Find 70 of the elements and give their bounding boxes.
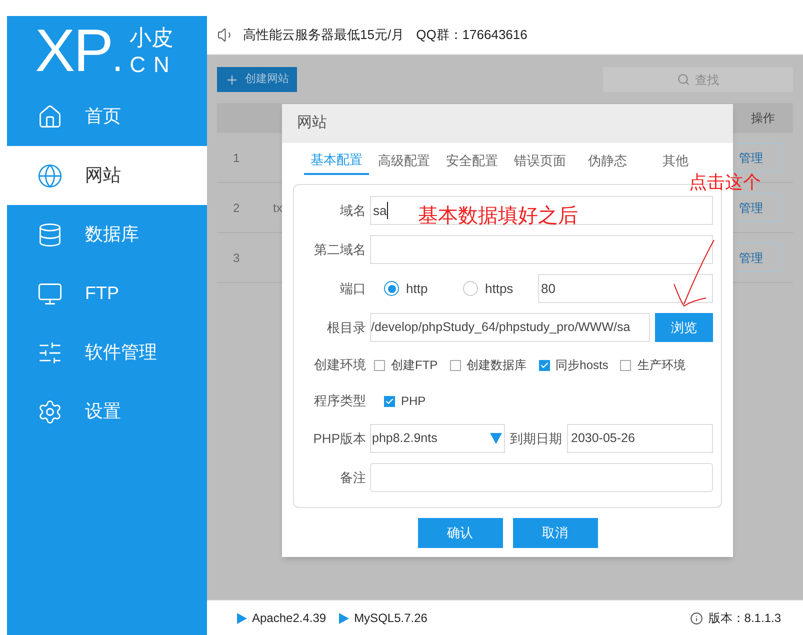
tab[interactable]: 安全配置 — [440, 146, 504, 175]
check-icon — [385, 396, 394, 406]
note-field[interactable] — [370, 463, 713, 492]
expiry-date-field[interactable]: 2030-05-26 — [567, 424, 713, 453]
service-status[interactable]: Apache2.4.39 — [237, 609, 326, 627]
field-label: 备注 — [339, 468, 367, 487]
checkbox-option[interactable]: PHP — [384, 392, 426, 410]
info-icon — [690, 612, 704, 624]
cancel-button[interactable]: 取消 — [512, 518, 598, 548]
dropdown-arrow-icon — [490, 433, 502, 444]
home-icon — [37, 104, 63, 130]
notice-text[interactable]: 高性能云服务器最低15元/月 — [243, 25, 404, 45]
field-label: 创建环境 — [313, 356, 367, 374]
field-label: 第二域名 — [313, 240, 367, 259]
monitor-icon — [37, 280, 63, 306]
field-label: 端口 — [339, 280, 367, 298]
radio-option[interactable]: http — [384, 278, 459, 298]
checkbox[interactable] — [620, 360, 632, 370]
play-icon — [237, 612, 247, 624]
root-directory-field[interactable]: /develop/phpStudy_64/phpstudy_pro/WWW/sa — [370, 313, 650, 342]
create-site-button[interactable]: 创建网站 — [217, 67, 297, 92]
radio-option[interactable]: https — [463, 278, 538, 298]
browse-button[interactable]: 浏览 — [655, 313, 713, 342]
sidebar-item[interactable]: FTP — [7, 264, 207, 323]
field-label: 到期日期 — [509, 430, 563, 448]
service-status[interactable]: MySQL5.7.26 — [339, 609, 428, 627]
checkbox-option[interactable]: 同步hosts — [538, 356, 608, 374]
tab[interactable]: 伪静态 — [575, 146, 640, 175]
globe-icon — [37, 162, 63, 188]
version-text: 版本：8.1.1.3 — [708, 610, 781, 627]
second-domain-field[interactable] — [370, 235, 713, 264]
tab[interactable]: 基本配置 — [304, 146, 369, 175]
play-icon — [339, 612, 350, 624]
annotation-text: 点击这个 — [689, 172, 761, 192]
arrow-drawing — [672, 238, 716, 308]
annotation-text: 基本数据填好之后 — [418, 204, 578, 228]
checkbox[interactable] — [450, 360, 461, 370]
port-field[interactable]: 80 — [538, 274, 713, 303]
sidebar-item[interactable]: 数据库 — [7, 205, 207, 264]
plus-icon — [225, 72, 239, 86]
sidebar-item[interactable]: 首页 — [7, 87, 207, 146]
tab[interactable]: 错误页面 — [507, 146, 572, 175]
field-label: PHP版本 — [312, 430, 367, 448]
row-number: 2 — [233, 200, 241, 216]
dialog-title: 网站 — [297, 113, 327, 134]
database-icon — [37, 222, 63, 248]
checkbox[interactable] — [538, 360, 550, 370]
php-version-select[interactable]: php8.2.9nts — [370, 424, 505, 453]
checkbox-option[interactable]: 创建数据库 — [450, 356, 527, 374]
row-number: 3 — [233, 250, 241, 266]
field-label: 程序类型 — [313, 392, 367, 410]
confirm-button[interactable]: 确认 — [418, 518, 502, 548]
checkbox[interactable] — [374, 360, 385, 370]
sidebar-item[interactable]: 设置 — [7, 382, 207, 441]
checkbox-option[interactable]: 生产环境 — [620, 356, 686, 374]
sidebar-item[interactable]: 软件管理 — [7, 323, 207, 382]
row-number: 1 — [233, 150, 241, 166]
table-cell-text: tx — [273, 200, 282, 216]
checkbox[interactable] — [384, 396, 395, 406]
column-header: 操作 — [751, 110, 775, 127]
qq-group-text: QQ群：176643616 — [416, 26, 528, 44]
checkbox-option[interactable]: 创建FTP — [374, 356, 438, 374]
sliders-icon — [37, 340, 63, 366]
sidebar-item[interactable]: 网站 — [7, 146, 207, 205]
search-icon — [677, 73, 690, 86]
field-label: 域名 — [339, 202, 367, 220]
field-label: 根目录 — [326, 318, 367, 337]
check-icon — [540, 360, 549, 370]
tab[interactable]: 高级配置 — [372, 146, 437, 175]
settings-icon — [37, 398, 63, 424]
